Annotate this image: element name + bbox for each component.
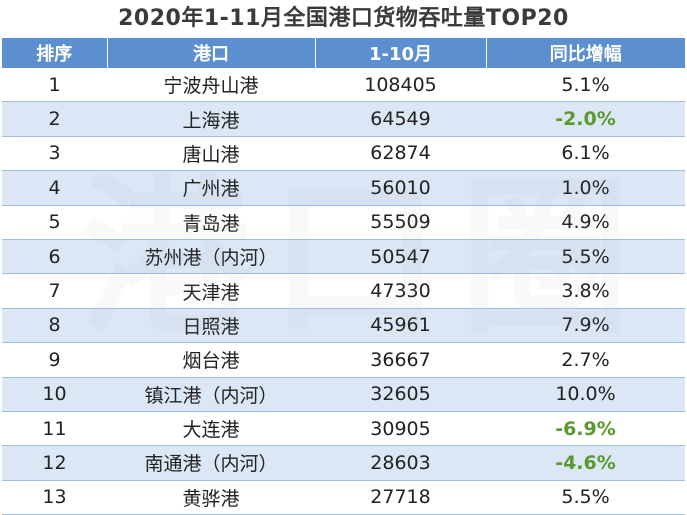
table-row: 6 苏州港（内河） 50547 5.5% bbox=[2, 239, 685, 275]
table-row: 8 日照港 45961 7.9% bbox=[2, 308, 685, 344]
table-title: 2020年1-11月全国港口货物吞吐量TOP20 bbox=[118, 6, 569, 31]
table-row: 7 天津港 47330 3.8% bbox=[2, 273, 685, 309]
cell-port: 苏州港（内河） bbox=[107, 239, 315, 275]
cell-rank: 5 bbox=[2, 205, 107, 240]
cell-yoy: 6.1% bbox=[486, 136, 685, 172]
table-header: 排序 港口 1-10月 同比增幅 bbox=[2, 38, 685, 68]
table-row: 10 镇江港（内河） 32605 10.0% bbox=[2, 377, 685, 412]
cell-port: 南通港（内河） bbox=[107, 445, 315, 481]
cell-rank: 6 bbox=[2, 239, 107, 275]
cell-value: 64549 bbox=[315, 101, 486, 137]
port-throughput-table: 排序 港口 1-10月 同比增幅 1 宁波舟山港 108405 5.1% 2 上海港 645… bbox=[2, 38, 685, 515]
table-body: 1 宁波舟山港 108405 5.1% 2 上海港 64549 -2.0% 3 唐山港 62874 6… bbox=[2, 68, 685, 515]
table-row: 12 南通港（内河） 28603 -4.6% bbox=[2, 445, 685, 481]
cell-yoy: 7.9% bbox=[486, 308, 685, 344]
cell-yoy: 5.5% bbox=[486, 480, 685, 515]
cell-value: 62874 bbox=[315, 136, 486, 172]
table-row: 2 上海港 64549 -2.0% bbox=[2, 101, 685, 137]
cell-rank: 8 bbox=[2, 308, 107, 344]
cell-rank: 3 bbox=[2, 136, 107, 172]
cell-rank: 2 bbox=[2, 101, 107, 137]
header-port: 港口 bbox=[107, 38, 316, 68]
cell-value: 28603 bbox=[315, 445, 486, 481]
cell-port: 宁波舟山港 bbox=[107, 68, 315, 103]
cell-port: 天津港 bbox=[107, 273, 315, 309]
cell-port: 唐山港 bbox=[107, 136, 315, 172]
cell-port: 上海港 bbox=[107, 101, 315, 137]
cell-value: 108405 bbox=[315, 68, 486, 103]
cell-value: 45961 bbox=[315, 308, 486, 344]
cell-yoy: 10.0% bbox=[486, 377, 685, 412]
cell-rank: 13 bbox=[2, 480, 107, 515]
cell-yoy: 2.7% bbox=[486, 342, 685, 378]
cell-yoy: 5.1% bbox=[486, 68, 685, 103]
table-row: 3 唐山港 62874 6.1% bbox=[2, 136, 685, 172]
cell-rank: 7 bbox=[2, 273, 107, 309]
cell-value: 55509 bbox=[315, 205, 486, 240]
cell-rank: 10 bbox=[2, 377, 107, 412]
cell-yoy: -6.9% bbox=[486, 411, 685, 447]
cell-yoy: 5.5% bbox=[486, 239, 685, 275]
cell-value: 36667 bbox=[315, 342, 486, 378]
header-yoy: 同比增幅 bbox=[486, 38, 685, 68]
cell-rank: 11 bbox=[2, 411, 107, 447]
cell-yoy: 4.9% bbox=[486, 205, 685, 240]
table-row: 13 黄骅港 27718 5.5% bbox=[2, 480, 685, 515]
cell-rank: 12 bbox=[2, 445, 107, 481]
cell-rank: 9 bbox=[2, 342, 107, 378]
cell-yoy: -2.0% bbox=[486, 101, 685, 137]
cell-value: 50547 bbox=[315, 239, 486, 275]
cell-yoy: 1.0% bbox=[486, 170, 685, 206]
cell-value: 27718 bbox=[315, 480, 486, 515]
table-row: 5 青岛港 55509 4.9% bbox=[2, 205, 685, 240]
cell-yoy: -4.6% bbox=[486, 445, 685, 481]
cell-yoy: 3.8% bbox=[486, 273, 685, 309]
header-rank: 排序 bbox=[2, 38, 108, 68]
cell-value: 47330 bbox=[315, 273, 486, 309]
cell-value: 30905 bbox=[315, 411, 486, 447]
cell-port: 日照港 bbox=[107, 308, 315, 344]
table-row: 9 烟台港 36667 2.7% bbox=[2, 342, 685, 378]
cell-value: 56010 bbox=[315, 170, 486, 206]
table-row: 11 大连港 30905 -6.9% bbox=[2, 411, 685, 447]
cell-port: 广州港 bbox=[107, 170, 315, 206]
table-row: 4 广州港 56010 1.0% bbox=[2, 170, 685, 206]
table-row: 1 宁波舟山港 108405 5.1% bbox=[2, 68, 685, 103]
cell-port: 青岛港 bbox=[107, 205, 315, 240]
cell-port: 黄骅港 bbox=[107, 480, 315, 515]
cell-rank: 1 bbox=[2, 68, 107, 103]
cell-port: 镇江港（内河） bbox=[107, 377, 315, 412]
cell-rank: 4 bbox=[2, 170, 107, 206]
header-value: 1-10月 bbox=[315, 38, 487, 68]
cell-port: 烟台港 bbox=[107, 342, 315, 378]
cell-port: 大连港 bbox=[107, 411, 315, 447]
cell-value: 32605 bbox=[315, 377, 486, 412]
